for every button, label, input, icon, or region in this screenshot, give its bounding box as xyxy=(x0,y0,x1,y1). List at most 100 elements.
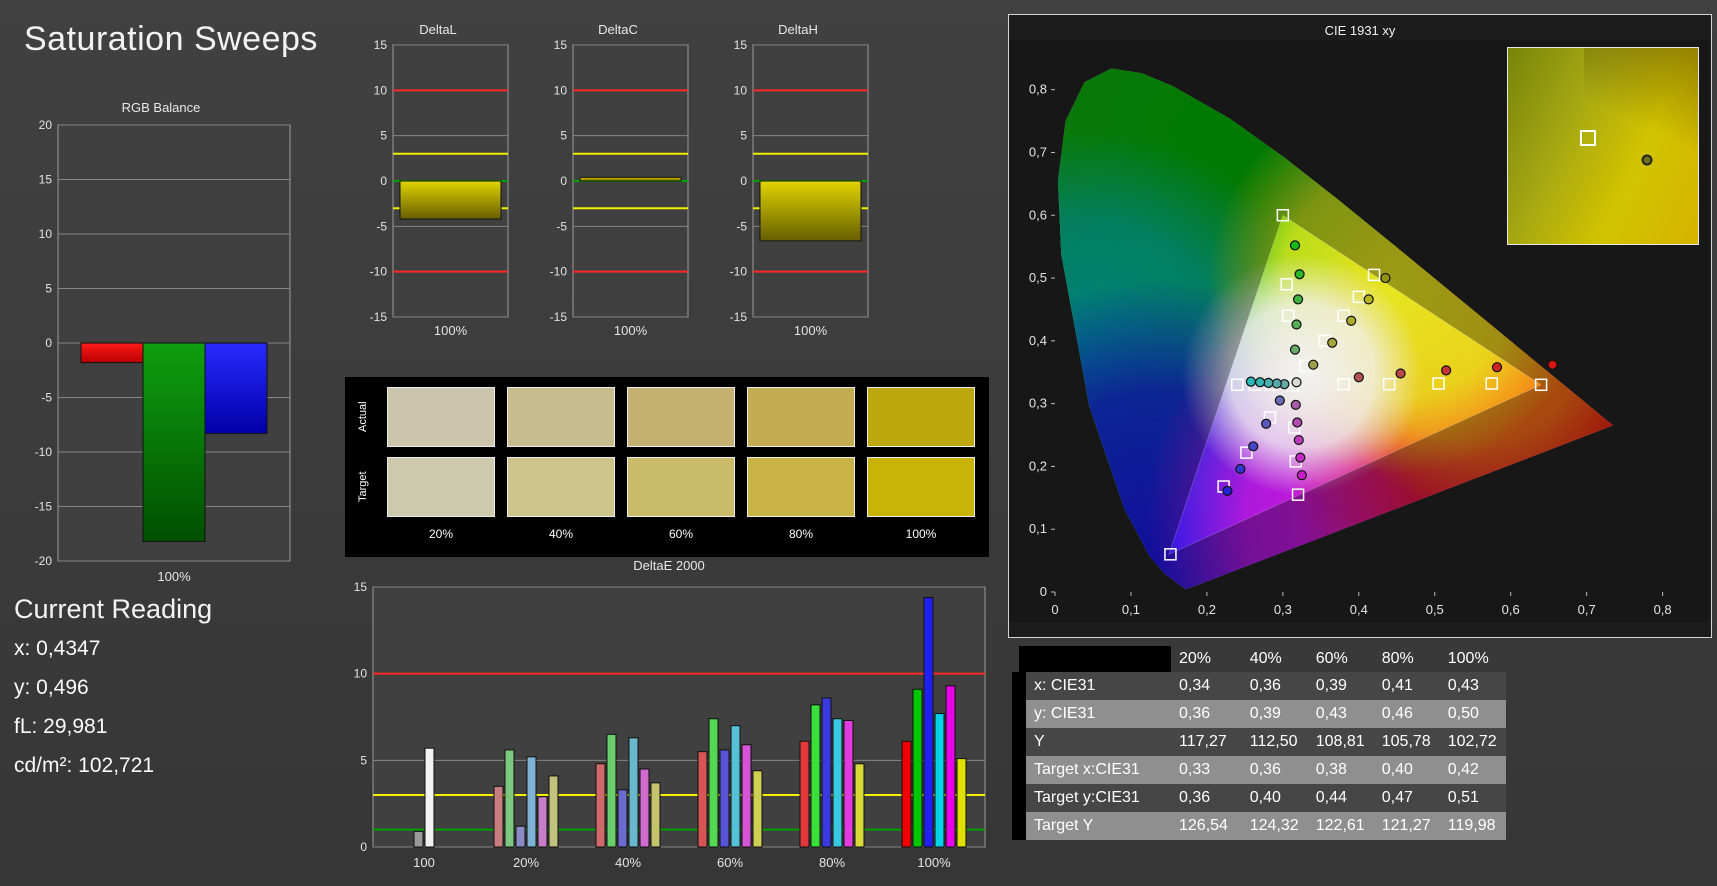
delta-c-plot: 15 10 5 0 -5 -10 -15 100% xyxy=(550,38,689,338)
svg-text:0: 0 xyxy=(45,336,52,350)
swatch-compare-panel: Actual Target 20% 40% 60% 80% 100% xyxy=(345,377,989,557)
svg-text:15: 15 xyxy=(554,39,568,52)
svg-text:0,5: 0,5 xyxy=(1029,270,1047,285)
svg-text:15: 15 xyxy=(734,39,748,52)
swatch-col-label: 100% xyxy=(905,527,937,541)
svg-text:0,4: 0,4 xyxy=(1029,333,1047,348)
table-row: y: CIE31 0,36 0,39 0,43 0,46 0,50 xyxy=(1012,700,1506,728)
table-cell: 0,39 xyxy=(1241,700,1308,728)
delta-e-title: DeltaE 2000 xyxy=(633,558,705,573)
rgb-balance-plot: 20 15 10 5 0 -5 -10 -15 -20 100% xyxy=(35,118,291,584)
reading-y: y: 0,496 xyxy=(14,676,89,699)
table-row: Target y:CIE31 0,36 0,40 0,44 0,47 0,51 xyxy=(1012,784,1506,812)
table-cell: 122,61 xyxy=(1307,812,1374,840)
table-cell: 0,33 xyxy=(1171,756,1242,784)
svg-text:0: 0 xyxy=(560,174,567,188)
cie-zoom-inset xyxy=(1507,47,1699,245)
svg-text:0,7: 0,7 xyxy=(1578,602,1596,617)
svg-text:0,6: 0,6 xyxy=(1502,602,1520,617)
svg-text:-10: -10 xyxy=(35,445,53,459)
svg-text:15: 15 xyxy=(374,39,388,52)
table-cell: 0,39 xyxy=(1307,672,1374,700)
delta-h-title: DeltaH xyxy=(778,22,818,37)
table-cell: 0,51 xyxy=(1439,784,1506,812)
svg-text:100: 100 xyxy=(413,855,435,870)
swatch-actual-60% xyxy=(627,387,735,447)
svg-text:-5: -5 xyxy=(376,219,387,233)
svg-text:-15: -15 xyxy=(370,310,388,324)
table-cell: 0,34 xyxy=(1171,672,1242,700)
table-cell: 0,38 xyxy=(1307,756,1374,784)
rgb-balance-chart: RGB Balance 20 15 10 5 0 -5 -10 -15 -20 100% xyxy=(26,100,296,594)
table-cell: 119,98 xyxy=(1439,812,1506,840)
svg-text:-10: -10 xyxy=(550,265,568,279)
target-marker-icon xyxy=(1579,130,1596,147)
svg-text:5: 5 xyxy=(560,129,567,143)
svg-text:0: 0 xyxy=(1051,602,1058,617)
measured-marker-icon xyxy=(1641,154,1653,166)
svg-text:-15: -15 xyxy=(35,500,53,514)
table-cell: 0,50 xyxy=(1439,700,1506,728)
svg-text:80%: 80% xyxy=(819,855,845,870)
delta-e-plot: 15 10 5 0 100 20% 40% 60% 80% 100% xyxy=(354,580,986,870)
svg-text:0,7: 0,7 xyxy=(1029,144,1047,159)
rgb-balance-title: RGB Balance xyxy=(121,100,201,115)
svg-text:0,4: 0,4 xyxy=(1350,602,1368,617)
table-cell: 0,43 xyxy=(1307,700,1374,728)
table-col-header: 100% xyxy=(1447,650,1489,667)
table-col-header: 60% xyxy=(1315,650,1348,667)
swatch-target-40% xyxy=(507,457,615,517)
table-corner xyxy=(1019,646,1171,672)
svg-text:0,8: 0,8 xyxy=(1029,82,1047,97)
table-cell: 102,72 xyxy=(1439,728,1506,756)
table-cell: 0,42 xyxy=(1439,756,1506,784)
cie-1931-chart: CIE 1931 xy 0 0,1 0,2 0,3 0,4 0,5 0,6 0,7 0,8 0 0,… xyxy=(1008,14,1712,638)
svg-text:100%: 100% xyxy=(434,323,468,338)
swatch-col-label: 80% xyxy=(788,527,814,541)
table-row-label: Target x:CIE31 xyxy=(1012,756,1171,784)
table-cell: 117,27 xyxy=(1171,728,1242,756)
svg-text:10: 10 xyxy=(374,83,388,97)
table-col-header: 80% xyxy=(1381,650,1414,667)
svg-text:60%: 60% xyxy=(717,855,743,870)
saturation-sweeps-screen: Saturation Sweeps RGB Balance 20 15 10 5 0 -5… xyxy=(0,0,1717,886)
svg-text:-5: -5 xyxy=(556,219,567,233)
table-cell: 0,43 xyxy=(1439,672,1506,700)
svg-text:-5: -5 xyxy=(736,219,747,233)
svg-text:0,3: 0,3 xyxy=(1274,602,1292,617)
svg-text:0: 0 xyxy=(380,174,387,188)
cie-title: CIE 1931 xy xyxy=(1324,23,1396,38)
delta-l-plot: 15 10 5 0 -5 -10 -15 100% xyxy=(370,38,509,338)
current-reading: Current Reading x: 0,4347 y: 0,496 fL: 2… xyxy=(14,594,212,793)
svg-text:100%: 100% xyxy=(917,855,951,870)
svg-text:100%: 100% xyxy=(794,323,828,338)
measurement-table: 20% 40% 60% 80% 100% x: CIE31 0,34 0,36 0,39 0,41… xyxy=(1012,646,1513,840)
table-cell: 0,36 xyxy=(1171,700,1242,728)
svg-text:0,6: 0,6 xyxy=(1029,207,1047,222)
table-cell: 112,50 xyxy=(1241,728,1308,756)
svg-text:0,5: 0,5 xyxy=(1426,602,1444,617)
reading-fl: fL: 29,981 xyxy=(14,715,108,738)
swatch-actual-40% xyxy=(507,387,615,447)
table-cell: 0,47 xyxy=(1373,784,1440,812)
table-col-header: 40% xyxy=(1249,650,1282,667)
table-cell: 0,41 xyxy=(1373,672,1440,700)
svg-text:0,3: 0,3 xyxy=(1029,396,1047,411)
table-cell: 124,32 xyxy=(1241,812,1308,840)
table-col-header: 20% xyxy=(1179,650,1212,667)
svg-text:0,2: 0,2 xyxy=(1198,602,1216,617)
reading-cdm2: cd/m²: 102,721 xyxy=(14,754,155,777)
svg-text:0: 0 xyxy=(360,840,367,854)
svg-text:0: 0 xyxy=(1040,584,1047,599)
svg-text:15: 15 xyxy=(354,580,368,594)
svg-text:10: 10 xyxy=(734,83,748,97)
swatch-row-label: Actual xyxy=(357,401,369,433)
swatch-actual-80% xyxy=(747,387,855,447)
svg-text:5: 5 xyxy=(45,282,52,296)
page-title: Saturation Sweeps xyxy=(24,20,318,58)
svg-text:5: 5 xyxy=(740,129,747,143)
table-cell: 0,40 xyxy=(1241,784,1308,812)
swatch-col-label: 40% xyxy=(548,527,574,541)
svg-text:5: 5 xyxy=(380,129,387,143)
table-cell: 126,54 xyxy=(1171,812,1242,840)
